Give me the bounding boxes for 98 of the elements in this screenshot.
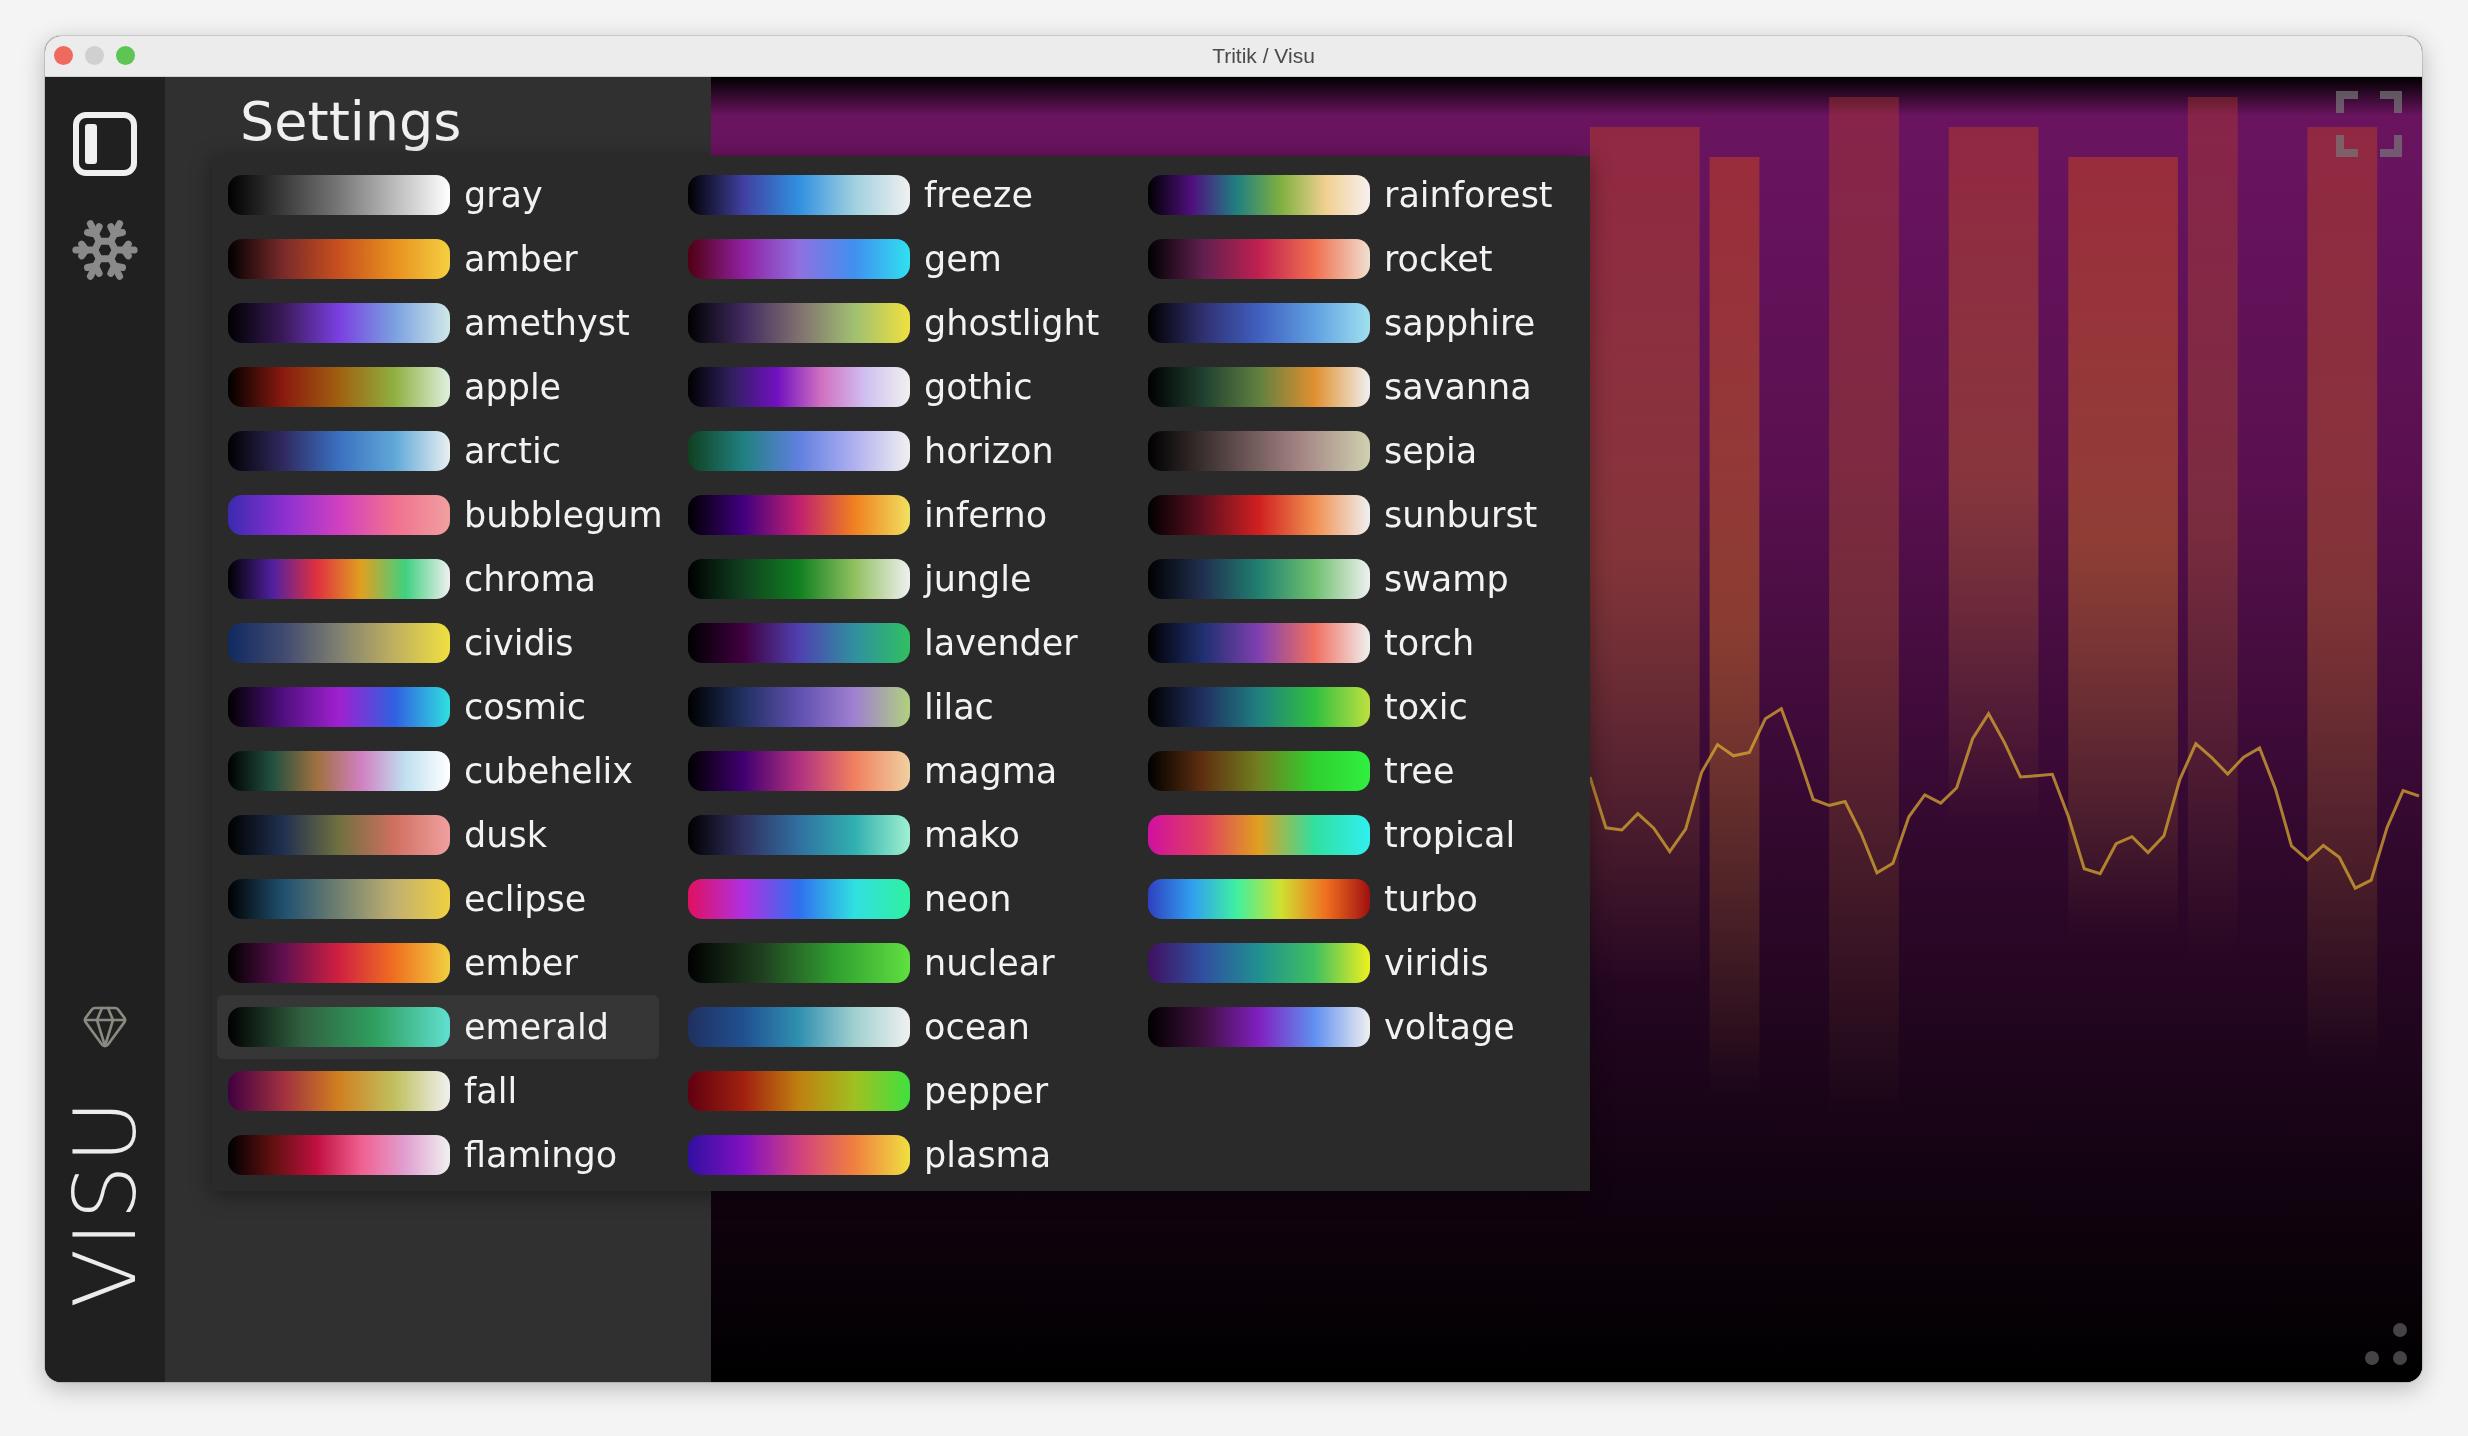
close-button[interactable] (54, 46, 73, 65)
colormap-label: rainforest (1384, 177, 1553, 213)
colormap-option[interactable]: fall (217, 1059, 659, 1123)
colormap-option[interactable]: sunburst (1137, 483, 1579, 547)
colormap-label: jungle (924, 561, 1032, 597)
colormap-option[interactable]: tropical (1137, 803, 1579, 867)
colormap-label: inferno (924, 497, 1048, 533)
colormap-label: arctic (464, 433, 561, 469)
colormap-label: cividis (464, 625, 574, 661)
colormap-option[interactable]: horizon (677, 419, 1119, 483)
colormap-label: sepia (1384, 433, 1478, 469)
colormap-label: amethyst (464, 305, 630, 341)
colormap-label: cubehelix (464, 753, 634, 789)
colormap-option[interactable]: freeze (677, 163, 1119, 227)
colormap-option[interactable]: turbo (1137, 867, 1579, 931)
colormap-label: sunburst (1384, 497, 1538, 533)
colormap-label: lavender (924, 625, 1078, 661)
colormap-option[interactable]: gray (217, 163, 659, 227)
colormap-option[interactable]: voltage (1137, 995, 1579, 1059)
colormap-label: cosmic (464, 689, 586, 725)
colormap-option[interactable]: tree (1137, 739, 1579, 803)
colormap-option[interactable]: lilac (677, 675, 1119, 739)
colormap-option[interactable]: ember (217, 931, 659, 995)
colormap-label: fall (464, 1073, 518, 1109)
colormap-option[interactable]: jungle (677, 547, 1119, 611)
colormap-label: flamingo (464, 1137, 618, 1173)
colormap-option[interactable]: chroma (217, 547, 659, 611)
colormap-label: gothic (924, 369, 1033, 405)
colormap-label: apple (464, 369, 562, 405)
settings-title: Settings (240, 91, 462, 154)
colormap-option[interactable]: swamp (1137, 547, 1579, 611)
colormap-option[interactable]: savanna (1137, 355, 1579, 419)
colormap-option[interactable]: emerald (217, 995, 659, 1059)
zoom-button[interactable] (116, 46, 135, 65)
colormap-label: toxic (1384, 689, 1468, 725)
colormap-label: ocean (924, 1009, 1030, 1045)
colormap-label: magma (924, 753, 1058, 789)
colormap-option[interactable]: toxic (1137, 675, 1579, 739)
colormap-option[interactable]: nuclear (677, 931, 1119, 995)
colormap-label: emerald (464, 1009, 609, 1045)
colormap-option[interactable]: viridis (1137, 931, 1579, 995)
colormap-label: neon (924, 881, 1012, 917)
colormap-label: viridis (1384, 945, 1489, 981)
colormap-option[interactable]: amber (217, 227, 659, 291)
colormap-label: ember (464, 945, 578, 981)
colormap-label: horizon (924, 433, 1054, 469)
fullscreen-icon[interactable] (2336, 91, 2402, 157)
colormap-option[interactable]: cividis (217, 611, 659, 675)
colormap-label: savanna (1384, 369, 1532, 405)
colormap-option[interactable]: gothic (677, 355, 1119, 419)
colormap-option[interactable]: torch (1137, 611, 1579, 675)
colormap-option[interactable]: rocket (1137, 227, 1579, 291)
colormap-option[interactable]: dusk (217, 803, 659, 867)
colormap-label: amber (464, 241, 578, 277)
colormap-option[interactable]: ghostlight (677, 291, 1119, 355)
window-title: Tritik / Visu (1212, 44, 1315, 68)
colormap-label: chroma (464, 561, 596, 597)
colormap-label: swamp (1384, 561, 1509, 597)
colormap-label: voltage (1384, 1009, 1515, 1045)
colormap-option[interactable]: flamingo (217, 1123, 659, 1187)
colormap-label: tropical (1384, 817, 1516, 853)
colormap-option[interactable]: apple (217, 355, 659, 419)
colormap-option[interactable]: neon (677, 867, 1119, 931)
colormap-label: gem (924, 241, 1002, 277)
colormap-option[interactable]: rainforest (1137, 163, 1579, 227)
colormap-option[interactable]: ocean (677, 995, 1119, 1059)
colormap-label: tree (1384, 753, 1455, 789)
colormap-label: rocket (1384, 241, 1493, 277)
colormap-option[interactable]: eclipse (217, 867, 659, 931)
colormap-label: eclipse (464, 881, 587, 917)
colormap-option[interactable]: inferno (677, 483, 1119, 547)
colormap-label: sapphire (1384, 305, 1536, 341)
colormap-option[interactable]: sapphire (1137, 291, 1579, 355)
colormap-option[interactable]: cosmic (217, 675, 659, 739)
resize-handle-icon[interactable] (2362, 1320, 2410, 1368)
colormap-option[interactable]: sepia (1137, 419, 1579, 483)
sidebar-toggle-icon[interactable] (72, 111, 138, 177)
colormap-option[interactable]: gem (677, 227, 1119, 291)
colormap-label: lilac (924, 689, 994, 725)
colormap-option[interactable]: lavender (677, 611, 1119, 675)
colormap-option[interactable]: plasma (677, 1123, 1119, 1187)
colormap-label: torch (1384, 625, 1475, 661)
colormap-label: mako (924, 817, 1020, 853)
colormap-option[interactable]: amethyst (217, 291, 659, 355)
colormap-label: gray (464, 177, 543, 213)
colormap-label: freeze (924, 177, 1033, 213)
colormap-option[interactable]: cubehelix (217, 739, 659, 803)
app-logo: VISU (62, 1098, 148, 1308)
colormap-label: ghostlight (924, 305, 1100, 341)
colormap-label: nuclear (924, 945, 1055, 981)
colormap-option[interactable]: magma (677, 739, 1119, 803)
colormap-option[interactable]: pepper (677, 1059, 1119, 1123)
colormap-label: dusk (464, 817, 547, 853)
colormap-option[interactable]: mako (677, 803, 1119, 867)
colormap-option[interactable]: arctic (217, 419, 659, 483)
colormap-label: plasma (924, 1137, 1052, 1173)
colormap-label: turbo (1384, 881, 1478, 917)
colormap-label: pepper (924, 1073, 1049, 1109)
